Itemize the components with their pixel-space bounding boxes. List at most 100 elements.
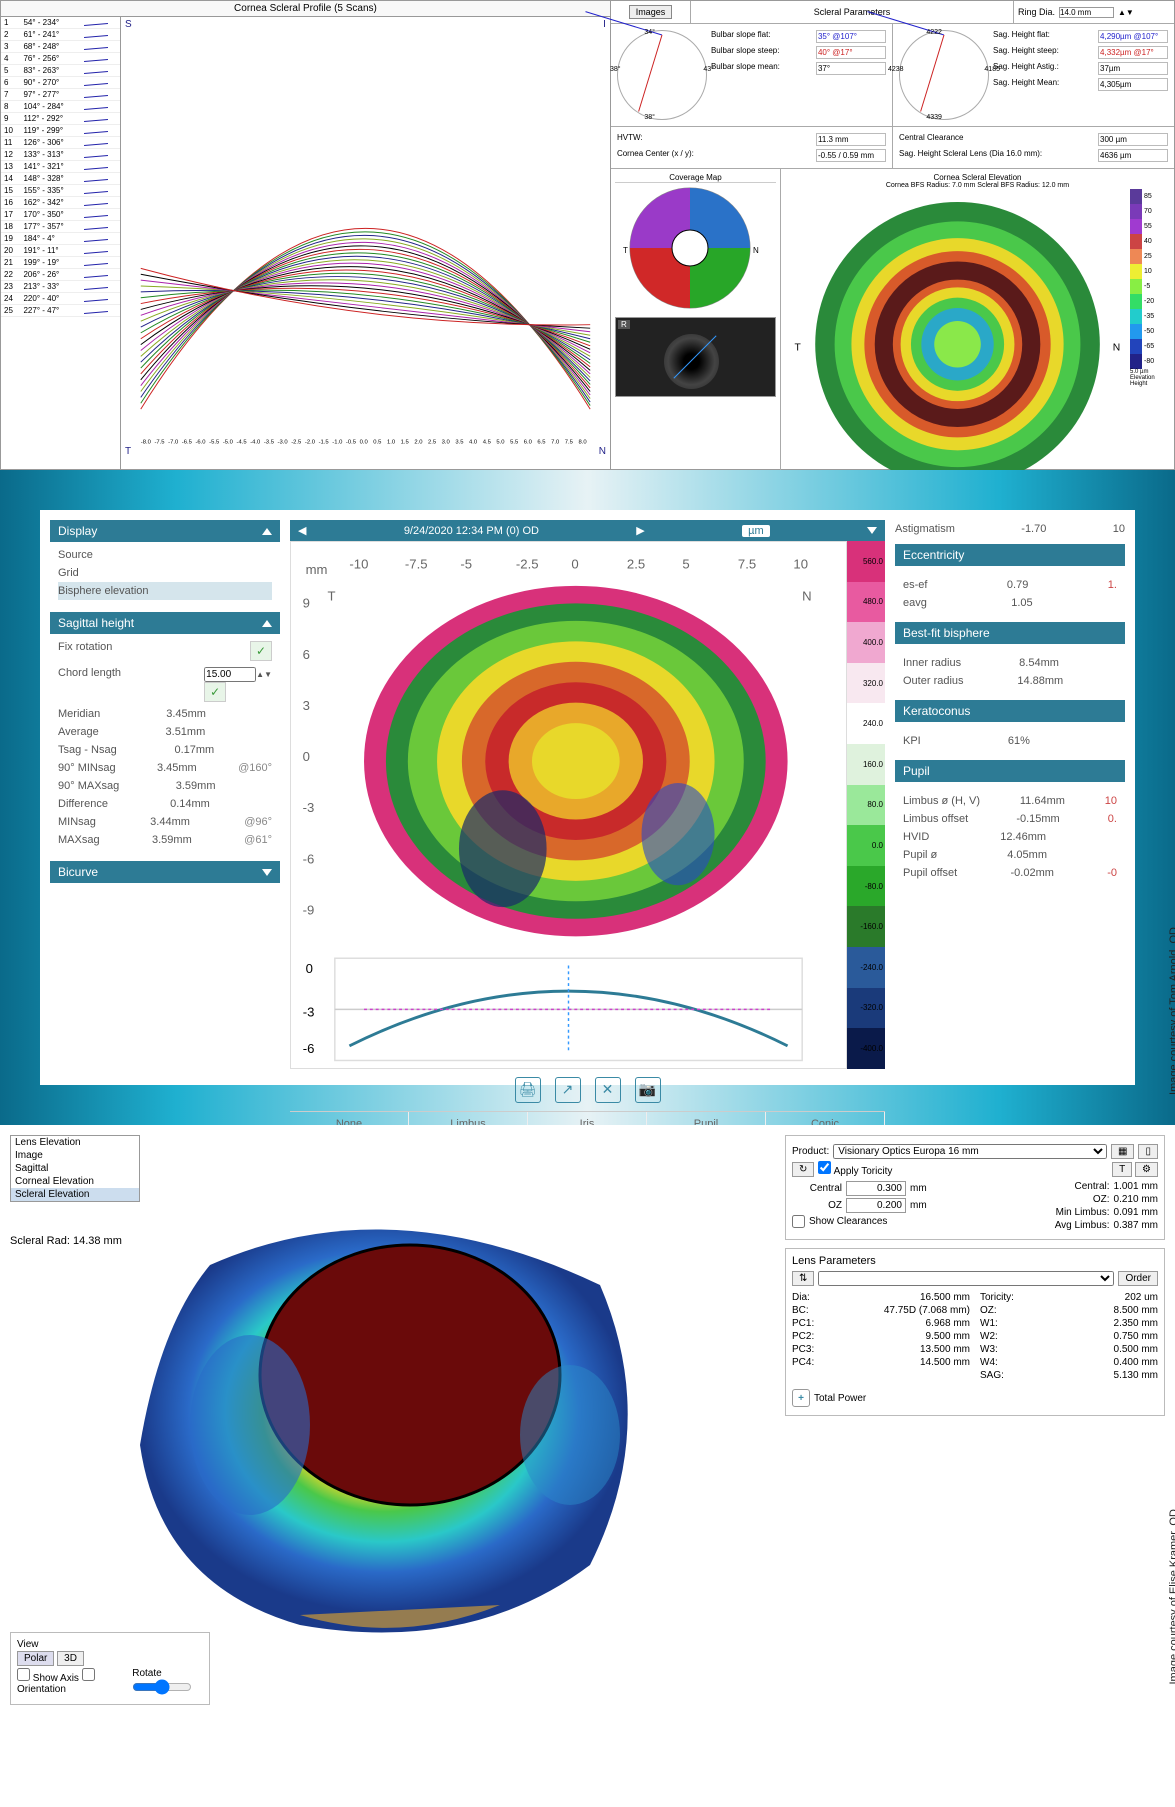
- show-clearances-check[interactable]: Show Clearances: [792, 1215, 975, 1228]
- gear-icon[interactable]: ⚙: [1135, 1162, 1158, 1177]
- cornea-center-input[interactable]: [816, 149, 886, 162]
- show-axis-check[interactable]: Show Axis: [17, 1673, 79, 1684]
- scan-row[interactable]: 154° - 234°: [1, 17, 120, 29]
- chord-input[interactable]: [204, 667, 256, 682]
- view-mode-item[interactable]: Sagittal: [11, 1162, 139, 1175]
- display-option[interactable]: Bisphere elevation: [58, 582, 272, 600]
- sag-lens-input[interactable]: [1098, 149, 1168, 162]
- images-button[interactable]: Images: [629, 5, 673, 19]
- scan-row[interactable]: 476° - 256°: [1, 53, 120, 65]
- bulbar-steep[interactable]: [816, 46, 886, 59]
- svg-text:-1.5: -1.5: [319, 439, 330, 445]
- scan-row[interactable]: 797° - 277°: [1, 89, 120, 101]
- scan-row[interactable]: 9112° - 292°: [1, 113, 120, 125]
- bulbar-diagram: 34° 43° 38° 38°: [617, 30, 707, 120]
- sag-steep[interactable]: [1098, 46, 1168, 59]
- refresh-icon[interactable]: ↻: [792, 1162, 814, 1177]
- scan-row[interactable]: 19184° - 4°: [1, 233, 120, 245]
- svg-text:-6: -6: [303, 1041, 315, 1056]
- view-mode-item[interactable]: Image: [11, 1149, 139, 1162]
- scan-row[interactable]: 8104° - 284°: [1, 101, 120, 113]
- display-header[interactable]: Display: [50, 520, 280, 542]
- scan-row[interactable]: 11126° - 306°: [1, 137, 120, 149]
- unit-toggle[interactable]: µm: [742, 525, 770, 537]
- scleral-map[interactable]: [120, 1205, 660, 1645]
- topography-plot[interactable]: -10-7.5-5-2.502.557.510 9630-3-6-9 T N m…: [290, 541, 847, 1069]
- sag-mean[interactable]: [1098, 78, 1168, 91]
- unit-dropdown-icon[interactable]: [867, 527, 877, 534]
- pupil-header[interactable]: Pupil: [895, 760, 1125, 782]
- sag-flat[interactable]: [1098, 30, 1168, 43]
- scan-row[interactable]: 20191° - 11°: [1, 245, 120, 257]
- scan-row[interactable]: 583° - 263°: [1, 65, 120, 77]
- ring-dia-input[interactable]: [1059, 7, 1114, 18]
- scan-row[interactable]: 14148° - 328°: [1, 173, 120, 185]
- display-option[interactable]: Grid: [58, 564, 272, 582]
- scan-row[interactable]: 690° - 270°: [1, 77, 120, 89]
- scan-row[interactable]: 22206° - 26°: [1, 269, 120, 281]
- scan-row[interactable]: 12133° - 313°: [1, 149, 120, 161]
- sag-astig[interactable]: [1098, 62, 1168, 75]
- lens-nav-icon[interactable]: ⇅: [792, 1271, 814, 1286]
- camera-icon[interactable]: 📷: [635, 1077, 661, 1103]
- view-mode-item[interactable]: Corneal Elevation: [11, 1175, 139, 1188]
- fix-rotation-check[interactable]: ✓: [250, 641, 272, 661]
- hvtw-input[interactable]: [816, 133, 886, 146]
- plus-icon[interactable]: +: [792, 1389, 810, 1407]
- scan-row[interactable]: 16162° - 342°: [1, 197, 120, 209]
- view-mode-list[interactable]: Lens ElevationImageSagittalCorneal Eleva…: [10, 1135, 140, 1202]
- scan-row[interactable]: 13141° - 321°: [1, 161, 120, 173]
- next-icon[interactable]: ▶: [636, 524, 644, 537]
- view-mode-item[interactable]: Lens Elevation: [11, 1136, 139, 1149]
- scan-row[interactable]: 23213° - 33°: [1, 281, 120, 293]
- scan-row[interactable]: 368° - 248°: [1, 41, 120, 53]
- topography-panel: Image courtesy of Tom Arnold, OD. Displa…: [0, 470, 1175, 1125]
- scan-row[interactable]: 21199° - 19°: [1, 257, 120, 269]
- scan-row[interactable]: 18177° - 357°: [1, 221, 120, 233]
- scan-row[interactable]: 17170° - 350°: [1, 209, 120, 221]
- lens-select[interactable]: [818, 1271, 1114, 1286]
- scan-row[interactable]: 24220° - 40°: [1, 293, 120, 305]
- close-icon[interactable]: ✕: [595, 1077, 621, 1103]
- central-clearance-input[interactable]: [1098, 133, 1168, 146]
- color-legend: 857055402510-5-20-35-50-65-805.0 µm Elev…: [1130, 189, 1170, 500]
- polar-button[interactable]: Polar: [17, 1651, 54, 1666]
- bulbar-flat[interactable]: [816, 30, 886, 43]
- central-input[interactable]: [846, 1181, 906, 1196]
- sagittal-header[interactable]: Sagittal height: [50, 612, 280, 634]
- display-option[interactable]: Source: [58, 546, 272, 564]
- order-button[interactable]: Order: [1118, 1271, 1158, 1286]
- view-mode-item[interactable]: Scleral Elevation: [11, 1188, 139, 1201]
- print-icon[interactable]: 🖨: [515, 1077, 541, 1103]
- chord-check[interactable]: ✓: [204, 682, 226, 702]
- left-controls: Display SourceGridBisphere elevation Sag…: [50, 520, 280, 1075]
- ecc-header[interactable]: Eccentricity: [895, 544, 1125, 566]
- svg-text:2.5: 2.5: [428, 439, 437, 445]
- t-icon[interactable]: T: [1112, 1162, 1132, 1177]
- spinner-icon[interactable]: ▲▼: [1118, 8, 1134, 17]
- product-select[interactable]: Visionary Optics Europa 16 mm: [833, 1144, 1107, 1159]
- rotate-slider[interactable]: [132, 1679, 192, 1695]
- scan-row[interactable]: 15155° - 335°: [1, 185, 120, 197]
- scan-list[interactable]: 154° - 234°261° - 241°368° - 248°476° - …: [1, 17, 121, 469]
- kc-header[interactable]: Keratoconus: [895, 700, 1125, 722]
- bicurve-header[interactable]: Bicurve: [50, 861, 280, 883]
- svg-text:8.0: 8.0: [578, 439, 587, 445]
- total-power-label[interactable]: Total Power: [814, 1393, 866, 1404]
- export-icon[interactable]: ↗: [555, 1077, 581, 1103]
- svg-text:0: 0: [306, 961, 313, 976]
- scan-row[interactable]: 25227° - 47°: [1, 305, 120, 317]
- scan-row[interactable]: 10119° - 299°: [1, 125, 120, 137]
- prev-icon[interactable]: ◀: [298, 524, 306, 537]
- bulbar-mean[interactable]: [816, 62, 886, 75]
- svg-text:2.5: 2.5: [627, 556, 645, 571]
- oz-input[interactable]: [846, 1198, 906, 1213]
- 3d-button[interactable]: 3D: [57, 1651, 84, 1666]
- plot-date: 9/24/2020 12:34 PM (0) OD: [404, 525, 539, 537]
- svg-text:T: T: [328, 588, 336, 603]
- scan-row[interactable]: 261° - 241°: [1, 29, 120, 41]
- bfs-header[interactable]: Best-fit bisphere: [895, 622, 1125, 644]
- grid-icon[interactable]: ▦: [1111, 1144, 1134, 1159]
- apply-toricity-check[interactable]: Apply Toricity: [818, 1161, 892, 1177]
- doc-icon[interactable]: ▯: [1138, 1144, 1158, 1159]
